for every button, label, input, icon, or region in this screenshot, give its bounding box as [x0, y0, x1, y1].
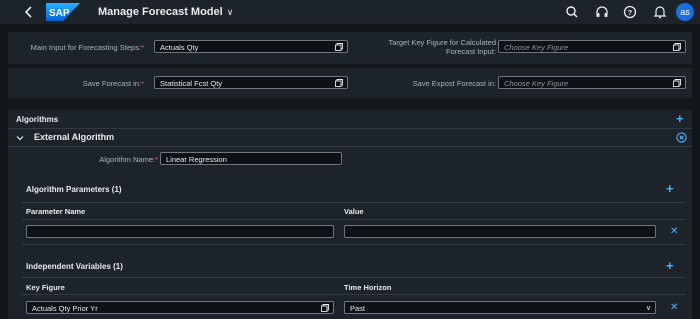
notification-icon[interactable] [652, 4, 668, 20]
save-forecast-label-text: Save Forecast in: [82, 79, 142, 88]
value-help-icon[interactable] [673, 43, 681, 51]
target-key-figure-label: Target Key Figure for Calculated Forecas… [358, 38, 496, 56]
divider [22, 219, 686, 220]
independent-variables-title: Independent Variables (1) [26, 262, 123, 271]
help-icon[interactable]: ? [622, 4, 638, 20]
col-header-value: Value [344, 207, 364, 216]
delete-row-icon[interactable]: ✕ [670, 227, 678, 237]
target-key-figure-placeholder: Choose Key Figure [504, 43, 569, 52]
algorithm-name-value: Linear Regression [166, 155, 227, 164]
divider [22, 202, 686, 203]
main-input-label-text: Main Input for Forecasting Steps: [30, 43, 142, 52]
value-help-icon[interactable] [321, 304, 329, 312]
col-header-time-horizon: Time Horizon [344, 283, 392, 292]
save-forecast-field[interactable]: Statistical Fcst Qty [154, 76, 348, 89]
avatar[interactable]: as [676, 3, 694, 21]
target-key-figure-label-line2: Forecast Input: [445, 47, 496, 56]
algorithm-name-label-text: Algorithm Name: [99, 155, 156, 164]
target-key-figure-field[interactable]: Choose Key Figure [498, 40, 686, 53]
add-algorithm-icon[interactable]: + [676, 112, 684, 125]
forecast-output-panel: Save Forecast in:* Statistical Fcst Qty … [8, 68, 692, 98]
col-header-key-figure: Key Figure [26, 283, 65, 292]
value-help-icon[interactable] [335, 43, 343, 51]
app-title-menu[interactable]: Manage Forecast Model ∨ [98, 4, 233, 20]
main-input-label: Main Input for Forecasting Steps:* [8, 43, 144, 52]
target-key-figure-label-line1: Target Key Figure for Calculated [388, 38, 496, 47]
parameter-value-input[interactable] [344, 225, 656, 238]
algorithm-parameters-title: Algorithm Parameters (1) [26, 185, 122, 194]
save-forecast-value: Statistical Fcst Qty [160, 79, 223, 88]
key-figure-input[interactable]: Actuals Qty Prior Yr [26, 301, 334, 314]
main-input-field[interactable]: Actuals Qty [154, 40, 348, 53]
sap-logo[interactable]: SAP [46, 3, 80, 21]
save-expost-field[interactable]: Choose Key Figure [498, 76, 686, 89]
parameter-name-input[interactable] [26, 225, 334, 238]
forecast-input-panel: Main Input for Forecasting Steps:* Actua… [8, 32, 692, 64]
time-horizon-value: Past [350, 304, 366, 313]
save-expost-label: Save Expost Forecast in: [412, 79, 496, 88]
external-algorithm-title: External Algorithm [34, 132, 115, 142]
time-horizon-select[interactable]: Past ∨ [344, 301, 656, 314]
algorithms-title: Algorithms [16, 115, 59, 124]
collapse-chevron-icon[interactable] [16, 134, 24, 142]
search-icon[interactable] [564, 4, 580, 20]
required-asterisk: * [155, 155, 158, 164]
divider [22, 244, 686, 245]
value-help-icon[interactable] [673, 79, 681, 87]
delete-row-icon[interactable]: ✕ [670, 303, 678, 313]
required-asterisk: * [141, 79, 144, 88]
save-forecast-label: Save Forecast in:* [8, 79, 144, 88]
divider [8, 146, 692, 147]
value-help-icon[interactable] [335, 79, 343, 87]
save-expost-placeholder: Choose Key Figure [504, 79, 569, 88]
app-title: Manage Forecast Model [98, 6, 223, 18]
back-icon[interactable] [22, 3, 36, 21]
svg-text:?: ? [628, 8, 633, 17]
key-figure-value: Actuals Qty Prior Yr [32, 304, 98, 313]
required-asterisk: * [141, 43, 144, 52]
shell-bar: SAP Manage Forecast Model ∨ ? as [0, 0, 700, 24]
add-variable-icon[interactable]: + [666, 259, 674, 272]
chevron-down-icon: ∨ [226, 7, 234, 17]
divider [22, 294, 686, 295]
headset-icon[interactable] [594, 4, 610, 20]
algorithm-name-label: Algorithm Name:* [48, 155, 158, 164]
col-header-parameter-name: Parameter Name [26, 207, 86, 216]
remove-circle-icon[interactable] [676, 132, 687, 143]
divider [8, 128, 692, 129]
main-input-value: Actuals Qty [160, 43, 199, 52]
svg-text:SAP: SAP [49, 8, 70, 19]
external-algorithm-panel: External Algorithm Algorithm Name:* Line… [8, 128, 692, 319]
algorithm-name-field[interactable]: Linear Regression [160, 152, 342, 165]
algorithms-toolbar: Algorithms + [8, 110, 692, 128]
add-parameter-icon[interactable]: + [666, 182, 674, 195]
chevron-down-icon: ∨ [645, 305, 651, 312]
divider [22, 277, 686, 278]
